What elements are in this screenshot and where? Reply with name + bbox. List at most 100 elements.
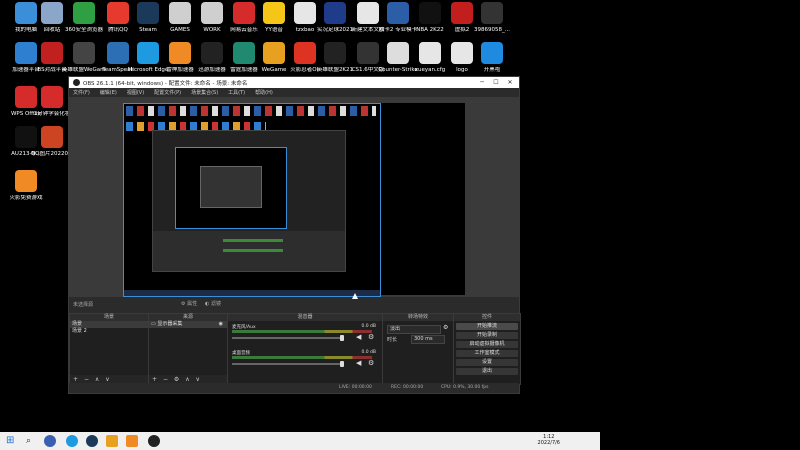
game-icon (324, 2, 346, 24)
menu-view[interactable]: 视图(V) (127, 89, 144, 96)
transitions-title: 转场特效 (383, 314, 453, 321)
maximize-icon[interactable]: ☐ (489, 77, 503, 88)
duration-input[interactable]: 300 ms (411, 335, 445, 344)
game-icon (15, 170, 37, 192)
gear-icon[interactable]: ⚙ (368, 359, 376, 367)
remove-scene-icon[interactable]: − (84, 376, 89, 383)
volume-meter (232, 330, 372, 333)
menu-tools[interactable]: 工具(T) (228, 89, 245, 96)
mixer-panel: 混音器 麦克风/Aux 0.0 dB ◀ ⚙ 桌面音频 0.0 dB ◀ ⚙ (227, 313, 383, 385)
volume-slider[interactable] (232, 363, 344, 365)
nested-meter (223, 239, 283, 242)
minimize-icon[interactable]: ─ (475, 77, 489, 88)
preview-canvas[interactable] (123, 103, 381, 297)
file-icon (419, 42, 441, 64)
app-icon (41, 86, 63, 108)
app-icon (169, 42, 191, 64)
gear-icon[interactable]: ⚙ (368, 333, 376, 341)
folder-icon[interactable] (106, 435, 118, 447)
monitor-icon: ▭ (151, 321, 156, 327)
mixer-track: 桌面音频 0.0 dB ◀ ⚙ (228, 350, 382, 372)
game-icon (324, 42, 346, 64)
filters-label: 滤镜 (210, 301, 221, 307)
scene-item[interactable]: 场景 (70, 321, 148, 328)
move-up-icon[interactable]: ∧ (95, 376, 99, 383)
browser-icon (73, 2, 95, 24)
source-settings-icon[interactable]: ⚙ (174, 376, 179, 383)
track-db: 0.0 dB (361, 324, 376, 329)
properties-label: 属性 (187, 301, 198, 307)
cs-icon (387, 42, 409, 64)
volume-slider[interactable] (232, 337, 344, 339)
status-bar: LIVE: 00:00:00 REC: 00:00:00 CPU: 0.9%, … (69, 383, 519, 392)
mixer-title: 混音器 (228, 314, 382, 321)
app-icon[interactable] (126, 435, 138, 447)
controls-panel: 控件 开始推流 开始录制 启动虚拟摄像机 工作室模式 设置 退出 (453, 313, 521, 385)
nested-meter-2 (223, 249, 283, 252)
speaker-icon[interactable]: ◀ (356, 359, 364, 367)
live-status: LIVE: 00:00:00 (339, 385, 372, 390)
image-icon (41, 126, 63, 148)
cortana-icon[interactable] (44, 435, 56, 447)
volume-knob[interactable] (340, 361, 344, 367)
menu-edit[interactable]: 编辑(E) (100, 89, 117, 96)
track-db: 0.0 dB (361, 350, 376, 355)
sources-panel: 来源 ▭ 显示器采集 ◉ + − ⚙ ∧ ∨ (148, 313, 228, 385)
start-streaming-button[interactable]: 开始推流 (456, 323, 518, 330)
desktop-icon[interactable]: 39869058_... (470, 2, 514, 44)
clock[interactable]: 1:12 2022/7/6 (538, 434, 560, 446)
add-source-icon[interactable]: + (152, 376, 157, 383)
app-icon (201, 42, 223, 64)
eye-icon[interactable]: ◉ (219, 321, 223, 328)
move-up-icon[interactable]: ∧ (185, 376, 189, 383)
source-label: 显示器采集 (157, 321, 183, 327)
preview-area[interactable] (69, 97, 519, 297)
desktop-icon-label: 39869058_... (474, 27, 510, 33)
title-bar[interactable]: OBS 26.1.1 (64-bit, windows) - 配置文件: 未命名… (69, 77, 519, 88)
exit-button[interactable]: 退出 (456, 368, 518, 375)
virtual-camera-button[interactable]: 启动虚拟摄像机 (456, 341, 518, 348)
properties-button[interactable]: ⚙ 属性 (181, 300, 197, 307)
move-down-icon[interactable]: ∨ (196, 376, 200, 383)
folder-icon (201, 2, 223, 24)
transition-select[interactable]: 淡出 (387, 325, 441, 334)
start-recording-button[interactable]: 开始录制 (456, 332, 518, 339)
wegame-icon (263, 42, 285, 64)
add-scene-icon[interactable]: + (73, 376, 78, 383)
transition-settings-icon[interactable]: ⚙ (443, 324, 448, 331)
move-down-icon[interactable]: ∨ (105, 376, 109, 383)
desktop-icon[interactable]: 火影免费游戏 (4, 170, 48, 212)
nested-preview-canvas (175, 147, 287, 229)
volume-knob[interactable] (340, 335, 344, 341)
obs-icon (73, 79, 80, 86)
scenes-panel: 场景 场景 场景 2 + − ∧ ∨ (69, 313, 149, 385)
menu-help[interactable]: 帮助(H) (255, 89, 273, 96)
start-icon[interactable]: ⊞ (6, 435, 18, 447)
app-icon (481, 42, 503, 64)
image-icon (481, 2, 503, 24)
mouse-cursor (352, 293, 358, 299)
game-icon (387, 2, 409, 24)
studio-mode-button[interactable]: 工作室模式 (456, 350, 518, 357)
steam-icon[interactable] (86, 435, 98, 447)
menu-file[interactable]: 文件(F) (73, 89, 90, 96)
source-item[interactable]: ▭ 显示器采集 ◉ (149, 321, 227, 328)
close-icon[interactable]: ✕ (503, 77, 517, 88)
scene-item[interactable]: 场景 2 (70, 328, 148, 335)
volume-meter (232, 356, 372, 359)
obs-window[interactable]: OBS 26.1.1 (64-bit, windows) - 配置文件: 未命名… (68, 76, 521, 394)
filters-button[interactable]: ◐ 滤镜 (205, 300, 221, 307)
date: 2022/7/6 (537, 440, 560, 446)
obs-taskbar-icon[interactable] (148, 435, 160, 447)
remove-source-icon[interactable]: − (163, 376, 168, 383)
menu-scene-collection[interactable]: 场景集合(S) (191, 89, 218, 96)
edge-icon (137, 42, 159, 64)
search-icon[interactable]: ⌕ (26, 435, 38, 447)
settings-button[interactable]: 设置 (456, 359, 518, 366)
speaker-icon[interactable]: ◀ (356, 333, 364, 341)
nested-preview-window (200, 166, 262, 208)
duration-label: 时长 (387, 337, 398, 343)
no-source-label: 未选择源 (73, 302, 94, 308)
edge-icon[interactable] (66, 435, 78, 447)
menu-profile[interactable]: 配置文件(P) (154, 89, 181, 96)
